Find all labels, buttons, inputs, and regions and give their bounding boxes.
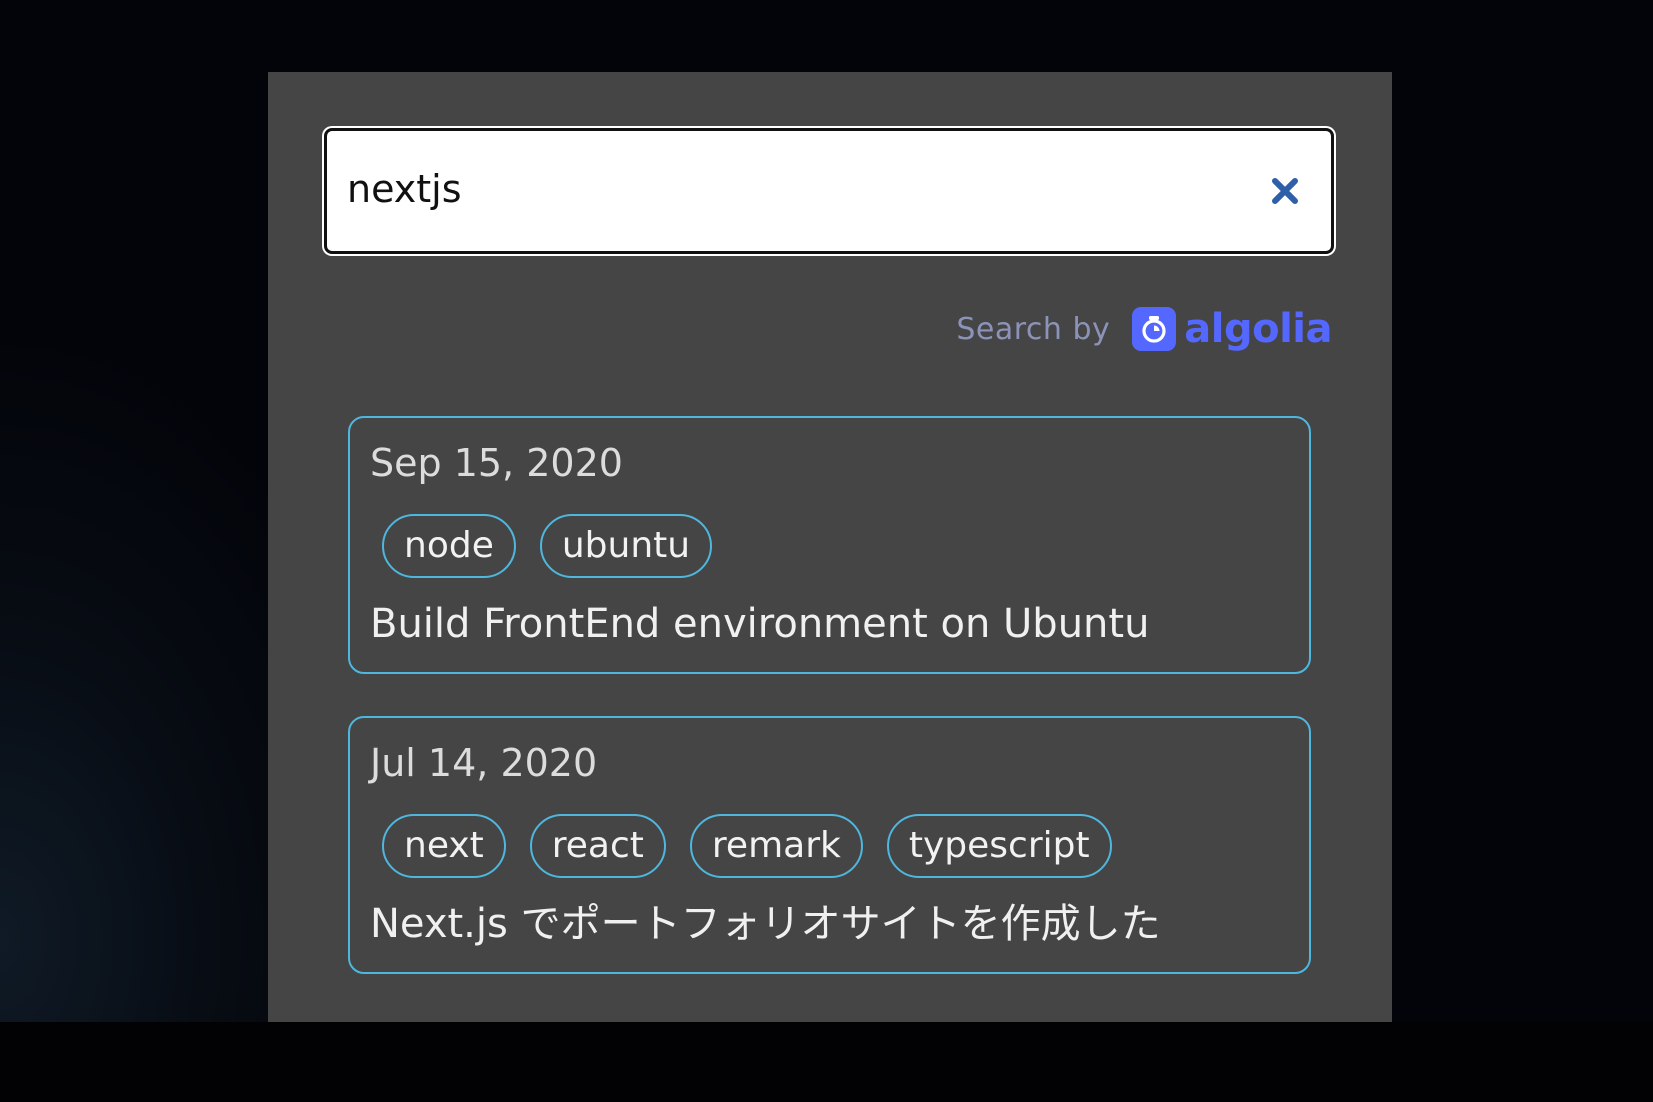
hit-tags: next react remark typescript xyxy=(382,814,1289,878)
hit-title: Build FrontEnd environment on Ubuntu xyxy=(370,601,1150,647)
tag-react[interactable]: react xyxy=(529,814,666,878)
tag-node[interactable]: node xyxy=(382,514,516,578)
tag-next[interactable]: next xyxy=(382,814,506,878)
hit-date: Jul 14, 2020 xyxy=(370,741,598,785)
hit-date: Sep 15, 2020 xyxy=(370,441,623,485)
tag-typescript[interactable]: typescript xyxy=(886,814,1112,878)
search-results: Sep 15, 2020 node ubuntu Build FrontEnd … xyxy=(348,416,1311,1016)
algolia-logo-icon xyxy=(1132,307,1177,351)
search-by-algolia[interactable]: Search by algolia xyxy=(956,306,1332,352)
search-by-label: Search by xyxy=(956,311,1111,347)
search-box xyxy=(324,128,1334,254)
search-input[interactable] xyxy=(347,149,1227,229)
tag-ubuntu[interactable]: ubuntu xyxy=(539,514,713,578)
bottom-strip xyxy=(0,1022,1653,1102)
clear-search-button[interactable] xyxy=(1261,167,1309,215)
search-panel: Search by algolia Sep 15, 2020 node ubun… xyxy=(268,72,1392,1022)
search-hit[interactable]: Sep 15, 2020 node ubuntu Build FrontEnd … xyxy=(348,416,1311,674)
hit-title: Next.js でポートフォリオサイトを作成した xyxy=(370,901,1161,947)
close-icon xyxy=(1272,178,1298,204)
tag-remark[interactable]: remark xyxy=(689,814,863,878)
search-hit[interactable]: Jul 14, 2020 next react remark typescrip… xyxy=(348,716,1311,974)
algolia-wordmark: algolia xyxy=(1184,306,1332,352)
hit-tags: node ubuntu xyxy=(382,514,1289,578)
